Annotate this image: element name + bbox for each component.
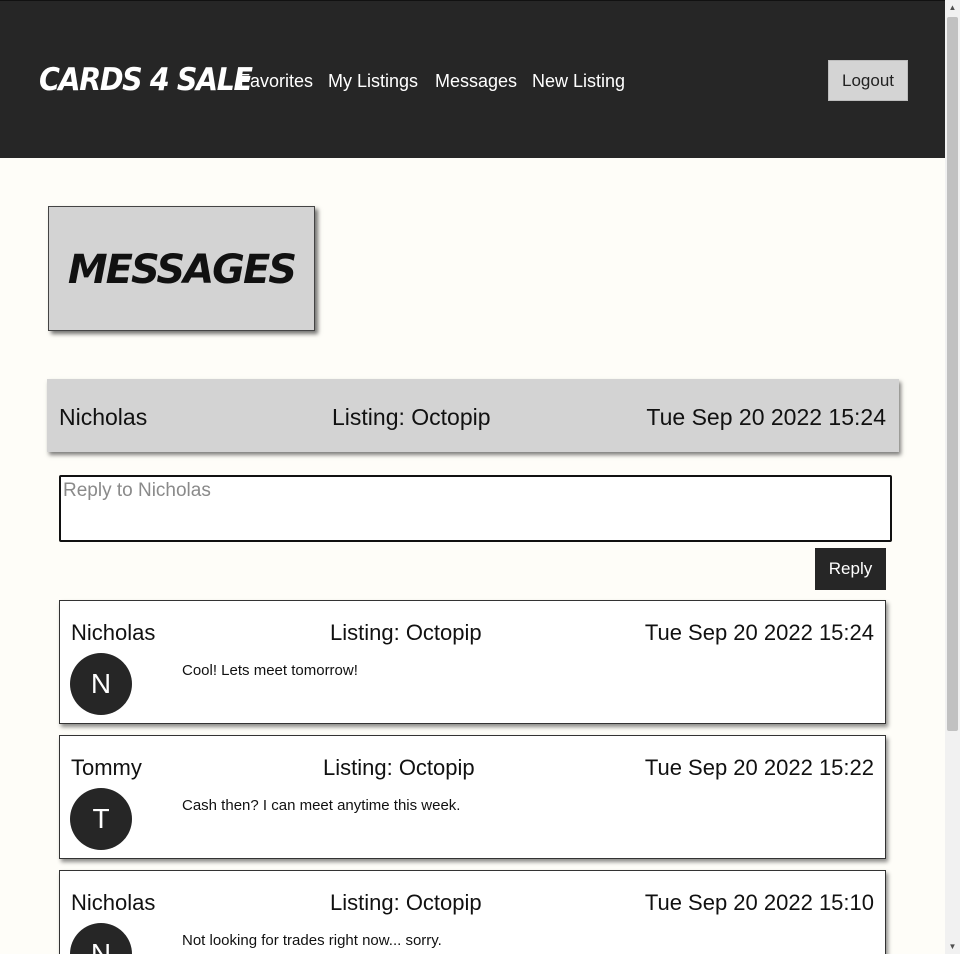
message-card: Nicholas Listing: Octopip Tue Sep 20 202… xyxy=(59,870,886,954)
thread-date: Tue Sep 20 2022 15:24 xyxy=(646,404,886,430)
message-sender: Nicholas xyxy=(71,890,156,915)
avatar: N xyxy=(70,923,132,954)
message-date: Tue Sep 20 2022 15:22 xyxy=(644,755,874,780)
message-sender: Tommy xyxy=(71,755,142,780)
scroll-down-arrow-icon[interactable]: ▼ xyxy=(945,939,960,954)
message-date: Tue Sep 20 2022 15:10 xyxy=(644,890,874,915)
nav-favorites[interactable]: Favorites xyxy=(239,69,313,93)
message-listing: Listing: Octopip xyxy=(330,620,482,645)
thread-header: Nicholas Listing: Octopip Tue Sep 20 202… xyxy=(47,379,899,452)
page: CARDS 4 SALE Favorites My Listings Messa… xyxy=(0,0,945,954)
message-listing: Listing: Octopip xyxy=(323,755,475,780)
vertical-scrollbar[interactable]: ▲ ▼ xyxy=(945,0,960,954)
page-title: MESSAGES xyxy=(67,247,297,293)
message-body: Cash then? I can meet anytime this week. xyxy=(182,797,461,814)
nav-messages[interactable]: Messages xyxy=(435,69,517,93)
avatar: T xyxy=(70,788,132,850)
top-navbar: CARDS 4 SALE Favorites My Listings Messa… xyxy=(0,0,945,158)
site-logo[interactable]: CARDS 4 SALE xyxy=(39,58,253,102)
reply-input[interactable] xyxy=(59,475,892,542)
logout-button[interactable]: Logout xyxy=(828,60,908,101)
scrollbar-thumb[interactable] xyxy=(947,17,958,731)
nav-new-listing[interactable]: New Listing xyxy=(532,69,625,93)
message-date: Tue Sep 20 2022 15:24 xyxy=(644,620,874,645)
message-body: Cool! Lets meet tomorrow! xyxy=(182,662,358,679)
scroll-up-arrow-icon[interactable]: ▲ xyxy=(945,0,960,15)
message-listing: Listing: Octopip xyxy=(330,890,482,915)
page-title-card: MESSAGES xyxy=(48,206,315,331)
message-card: Tommy Listing: Octopip Tue Sep 20 2022 1… xyxy=(59,735,886,859)
nav-my-listings[interactable]: My Listings xyxy=(328,69,418,93)
message-sender: Nicholas xyxy=(71,620,156,645)
message-card: Nicholas Listing: Octopip Tue Sep 20 202… xyxy=(59,600,886,724)
message-body: Not looking for trades right now... sorr… xyxy=(182,932,442,949)
thread-user-name: Nicholas xyxy=(59,404,148,430)
avatar: N xyxy=(70,653,132,715)
thread-listing: Listing: Octopip xyxy=(332,404,491,430)
reply-button[interactable]: Reply xyxy=(815,548,886,590)
